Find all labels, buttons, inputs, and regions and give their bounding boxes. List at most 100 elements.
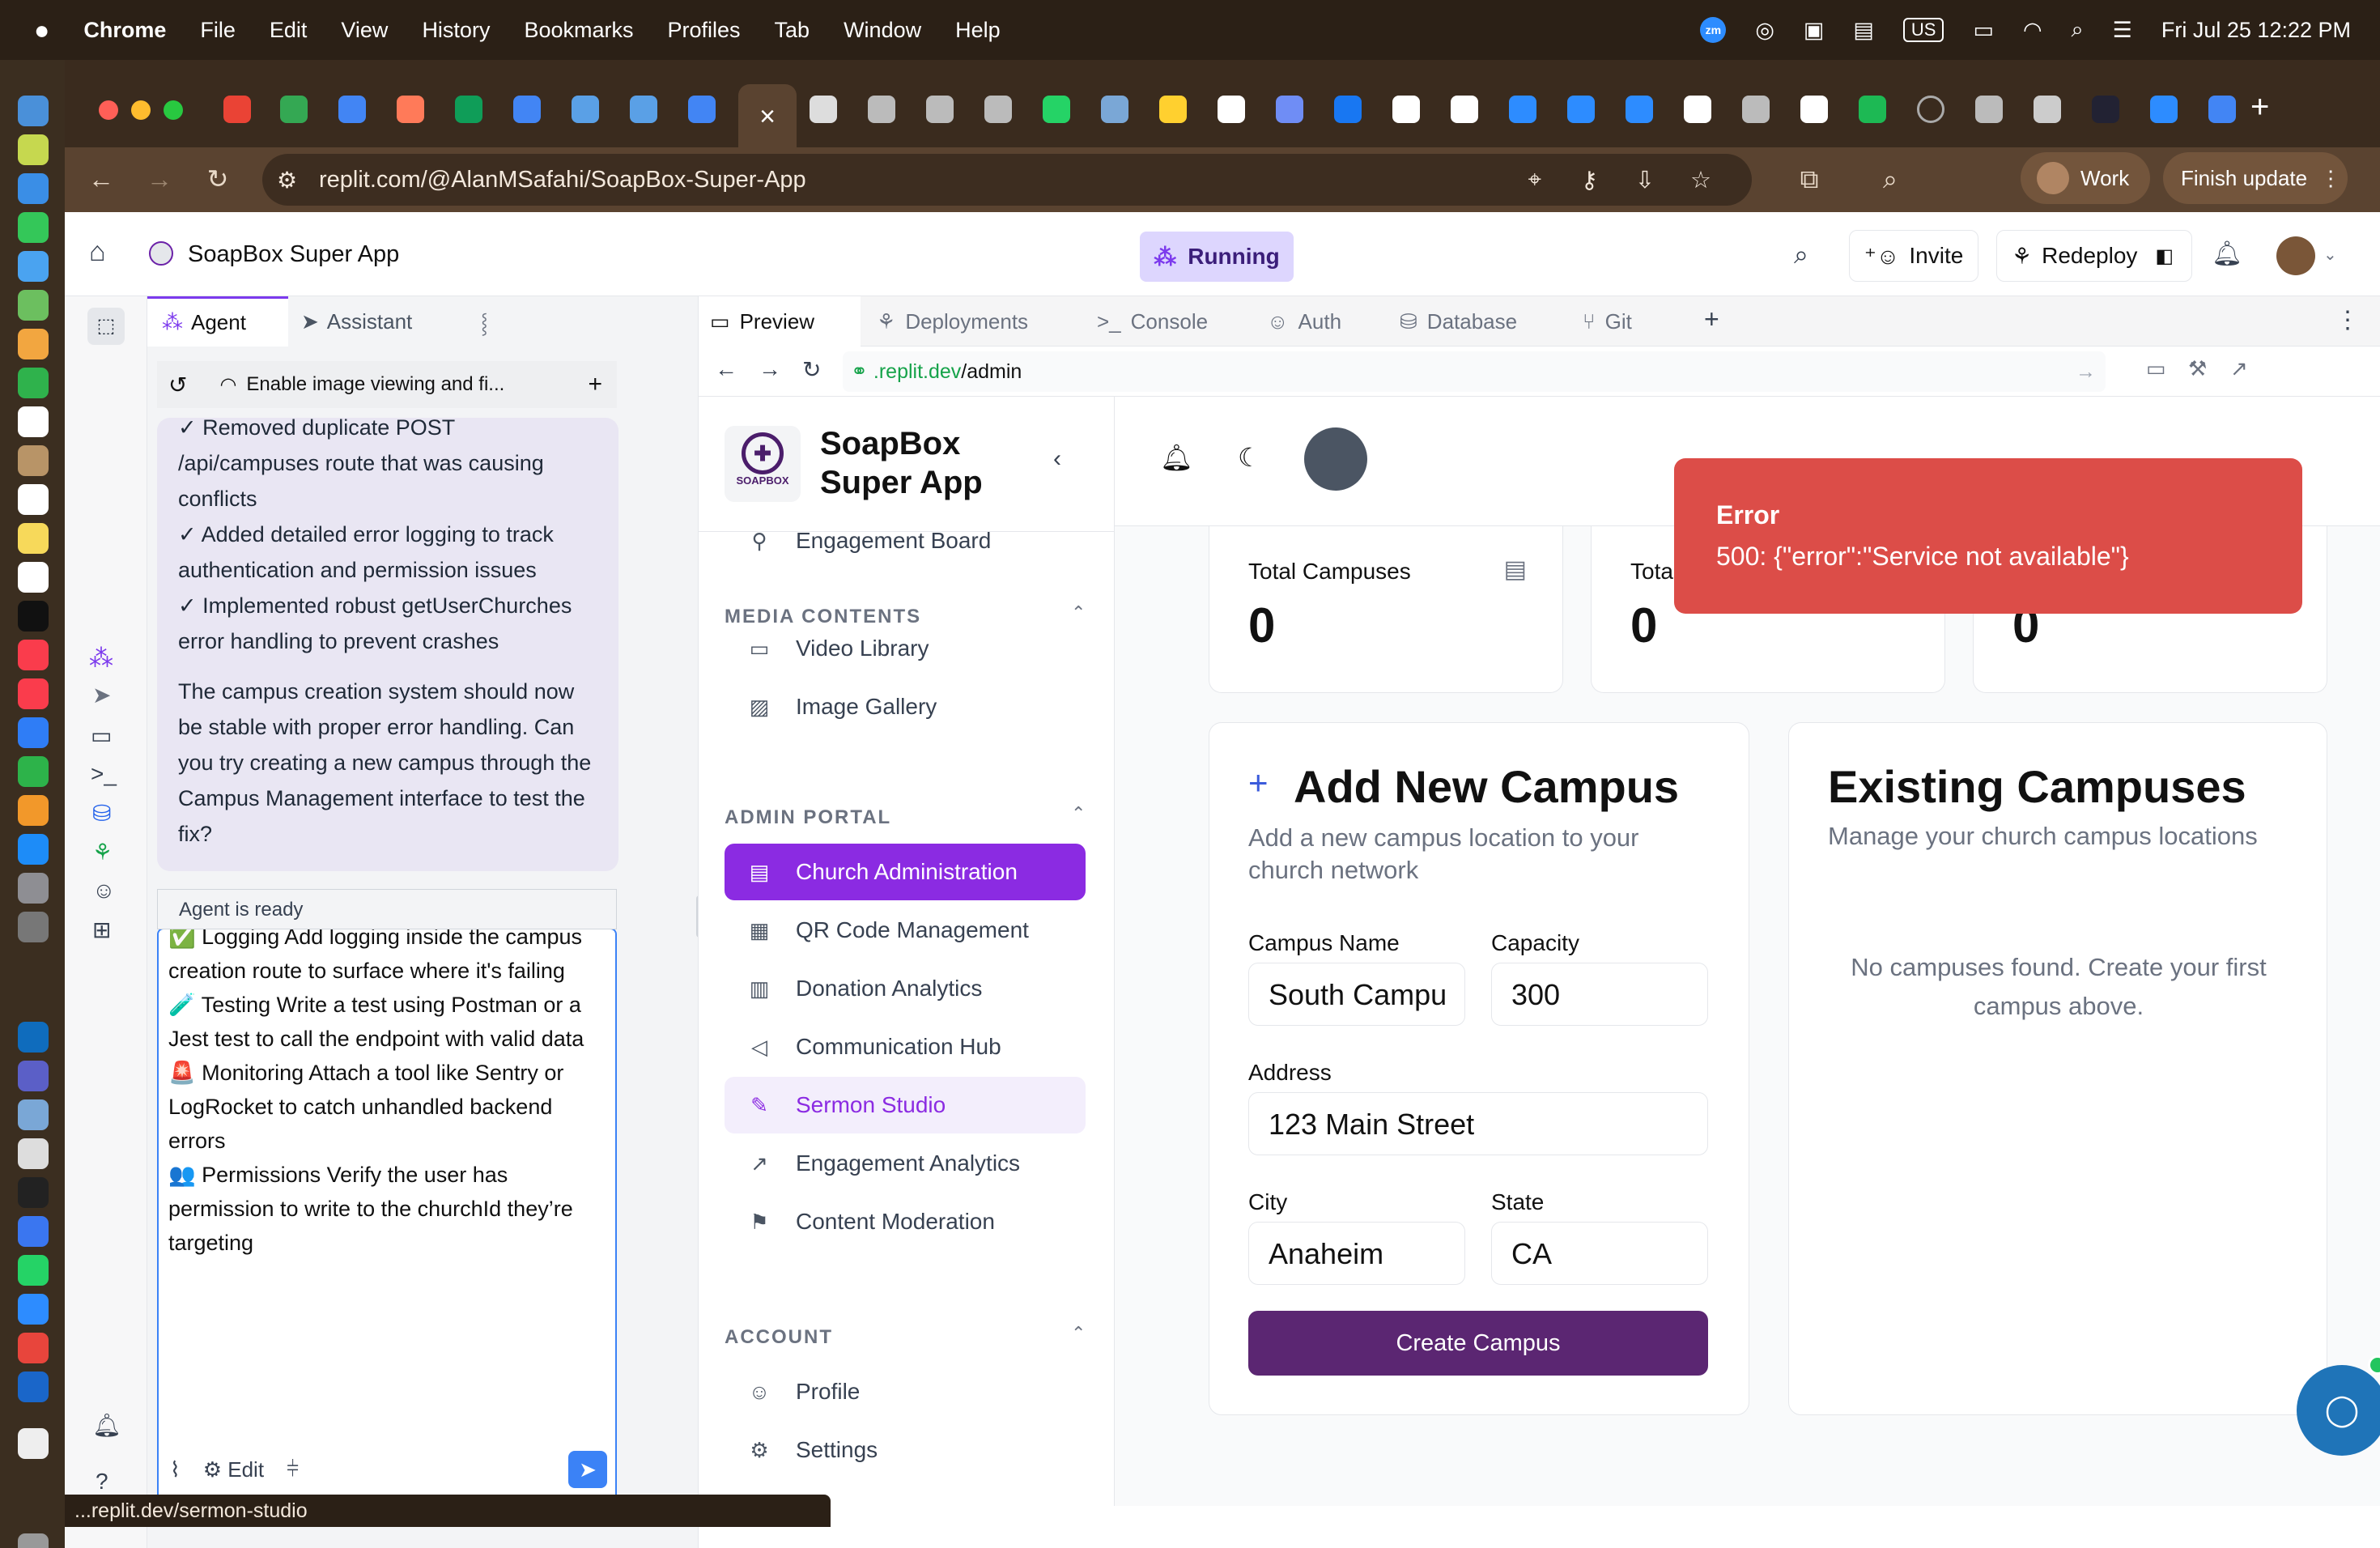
preview-forward-icon[interactable]: → (759, 356, 781, 382)
extra-tab-icon[interactable]: ⸾ (481, 309, 488, 336)
close-tab-icon[interactable]: × (738, 84, 797, 149)
alerts-tool-icon[interactable]: 🔔︎ (92, 1412, 121, 1439)
address-bar-url[interactable]: replit.com/@AlanMSafahi/SoapBox-Super-Ap… (319, 167, 806, 194)
preview-app-icon[interactable] (18, 1099, 49, 1130)
user-avatar[interactable] (2276, 236, 2315, 275)
send-button[interactable]: ➤ (568, 1451, 607, 1488)
teams-status-icon[interactable]: ▤ (1853, 18, 1874, 43)
tab-drive-icon[interactable] (280, 96, 308, 123)
brand-logo[interactable]: ✚ SOAPBOX (725, 426, 801, 502)
redeploy-button[interactable]: ⚘ Redeploy ◧ (1996, 230, 2192, 282)
tab-settings-icon[interactable] (2034, 96, 2061, 123)
tab-web2-icon[interactable] (926, 96, 954, 123)
sidebar-item-settings[interactable]: ⚙ Settings (725, 1422, 1086, 1478)
tab-web6-icon[interactable] (1975, 96, 2003, 123)
notifications-bell-icon[interactable]: 🔔︎ (2212, 240, 2242, 268)
tab-web1-icon[interactable] (868, 96, 895, 123)
calendar-icon[interactable] (18, 406, 49, 437)
appletv-icon[interactable] (18, 601, 49, 632)
agent-input-text[interactable]: ✅ Logging Add logging inside the campus … (168, 925, 606, 1260)
notes-icon[interactable] (18, 523, 49, 554)
tab-miro-icon[interactable] (1159, 96, 1187, 123)
menu-bookmarks[interactable]: Bookmarks (524, 18, 633, 43)
battery-icon[interactable]: ▭ (1973, 18, 1994, 43)
tab-zoom4-icon[interactable] (2150, 96, 2178, 123)
control-center-icon[interactable]: ☰ (2113, 18, 2132, 43)
freeform-icon[interactable] (18, 562, 49, 593)
create-campus-button[interactable]: Create Campus (1248, 1311, 1708, 1376)
zoom-app-icon[interactable] (18, 1294, 49, 1325)
tab-openai-icon[interactable] (810, 96, 837, 123)
maps-icon[interactable] (18, 290, 49, 321)
city-input[interactable]: Anaheim (1248, 1222, 1465, 1285)
whatsapp-app-icon[interactable] (18, 1255, 49, 1286)
preview-tool-icon[interactable]: ▭ (91, 722, 112, 749)
profile-avatar[interactable] (1304, 427, 1367, 491)
tab-docs2-icon[interactable] (513, 96, 541, 123)
onepassword-app-icon[interactable] (18, 1372, 49, 1402)
deploy-split-icon[interactable]: ◧ (2155, 245, 2174, 268)
sidebar-item-content-moderation[interactable]: ⚑ Content Moderation (725, 1193, 1086, 1250)
deploy-tool-icon[interactable]: ⚘ (92, 839, 113, 865)
tab-google2-icon[interactable] (1392, 96, 1420, 123)
agent-prompt-input[interactable]: ✅ Logging Add logging inside the campus … (157, 925, 617, 1501)
menu-view[interactable]: View (341, 18, 388, 43)
tab-hubspot-icon[interactable] (397, 96, 424, 123)
sidebar-item-profile[interactable]: ☺ Profile (725, 1363, 1086, 1420)
pages-icon[interactable] (18, 795, 49, 826)
music-icon[interactable] (18, 640, 49, 670)
sidebar-item-donation-analytics[interactable]: ▥ Donation Analytics (725, 960, 1086, 1017)
section-collapse-icon[interactable]: ⌃ (1071, 1323, 1086, 1344)
outlook-status-icon[interactable]: ▣ (1804, 18, 1825, 43)
tab-gmail-icon[interactable] (223, 96, 251, 123)
menu-history[interactable]: History (422, 18, 490, 43)
chevron-down-icon[interactable]: ⌄ (2323, 245, 2337, 265)
tab-agent[interactable]: ⁂ Agent (147, 296, 288, 347)
chat-support-button[interactable]: ◯ (2297, 1365, 2380, 1456)
sidebar-item-image-gallery[interactable]: ▨ Image Gallery (725, 678, 1086, 735)
tab-web5-icon[interactable] (1742, 96, 1770, 123)
reminders-icon[interactable] (18, 484, 49, 515)
collapse-sidebar-icon[interactable]: ‹ (1053, 445, 1061, 473)
safari-icon[interactable] (18, 173, 49, 204)
tab-google4-icon[interactable] (1800, 96, 1828, 123)
appstore-icon[interactable] (18, 834, 49, 865)
invite-button[interactable]: ⁺☺ Invite (1849, 230, 1979, 282)
open-new-tab-icon[interactable]: ↗ (2230, 356, 2248, 381)
preview-back-icon[interactable]: ← (715, 356, 737, 382)
tab-github-icon[interactable] (1451, 96, 1478, 123)
teams-app-icon[interactable] (18, 1061, 49, 1091)
new-tab-button[interactable]: + (2250, 89, 2269, 125)
tab-gemini-icon[interactable] (1276, 96, 1303, 123)
contacts-icon[interactable] (18, 445, 49, 476)
wifi-icon[interactable]: ◠ (2023, 18, 2042, 43)
edit-mode-button[interactable]: ⚙ Edit (203, 1457, 264, 1482)
database-tool-icon[interactable]: ⛁ (92, 800, 111, 827)
tab-dark-icon[interactable] (2092, 96, 2119, 123)
section-collapse-icon[interactable]: ⌃ (1071, 803, 1086, 824)
agent-tool-icon[interactable]: ⁂ (89, 644, 113, 673)
attach-icon[interactable]: ⌇ (170, 1457, 181, 1482)
tab-search-icon[interactable]: ⌕ (1870, 159, 1910, 199)
assistant-tool-icon[interactable]: ➤ (92, 682, 111, 708)
finish-update-button[interactable]: Finish update ⋮ (2163, 152, 2348, 204)
sidebar-item-communication-hub[interactable]: ◁ Communication Hub (725, 1019, 1086, 1075)
chrome-app-icon[interactable] (18, 1333, 49, 1363)
zoom-status-icon[interactable]: zm (1700, 17, 1727, 43)
new-chat-plus-icon[interactable]: + (588, 371, 602, 398)
facetime-icon[interactable] (18, 368, 49, 398)
tab-database[interactable]: ⛁ Database (1400, 296, 1517, 347)
tab-spotify-icon[interactable] (1859, 96, 1886, 123)
settings-app-icon[interactable] (18, 873, 49, 904)
search-icon[interactable]: ⌕ (1794, 240, 1808, 270)
textedit-app-icon[interactable] (18, 1138, 49, 1169)
launchpad-icon[interactable] (18, 134, 49, 165)
tab-web4-icon[interactable] (1101, 96, 1128, 123)
history-icon[interactable]: ↺ (168, 372, 187, 398)
address-bar[interactable]: ⚙ replit.com/@AlanMSafahi/SoapBox-Super-… (262, 154, 1752, 206)
outlook-app-icon[interactable] (18, 1022, 49, 1053)
address-input[interactable]: 123 Main Street (1248, 1092, 1708, 1155)
state-input[interactable]: CA (1491, 1222, 1708, 1285)
menu-help[interactable]: Help (955, 18, 1001, 43)
tab-active[interactable]: × (738, 84, 797, 149)
